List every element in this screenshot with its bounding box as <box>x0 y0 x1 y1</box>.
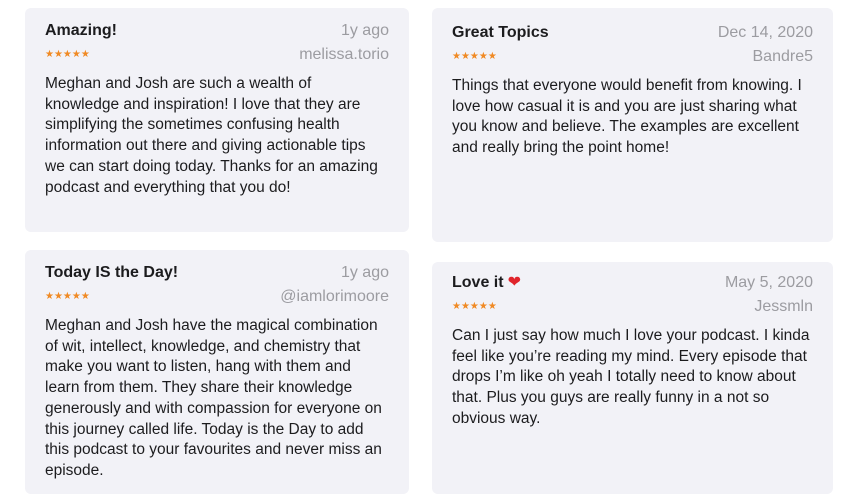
review-date: 1y ago <box>340 22 389 39</box>
review-date: Dec 14, 2020 <box>717 24 813 41</box>
review-author: melissa.torio <box>299 46 389 63</box>
review-text: Things that everyone would benefit from … <box>452 77 802 157</box>
review-text: Meghan and Josh are such a wealth of kno… <box>45 75 378 196</box>
review-title: Today IS the Day! <box>45 264 179 281</box>
review-title-text: Love it <box>452 274 504 291</box>
review-card[interactable]: Today IS the Day! 1y ago ★★★★★ @iamlorim… <box>25 250 409 494</box>
review-date: 1y ago <box>340 264 389 281</box>
review-card[interactable]: Love it ❤ May 5, 2020 ★★★★★ Jessmln Can I… <box>432 262 833 494</box>
review-text: Meghan and Josh have the magical combina… <box>45 317 382 479</box>
review-title: Amazing! <box>45 22 117 39</box>
review-author: Bandre5 <box>752 48 814 65</box>
star-rating: ★★★★★ <box>452 51 497 62</box>
review-text: Can I just say how much I love your podc… <box>452 327 810 427</box>
review-card[interactable]: Great Topics Dec 14, 2020 ★★★★★ Bandre5 … <box>432 8 833 242</box>
review-author: @iamlorimoore <box>280 288 389 305</box>
star-rating: ★★★★★ <box>45 291 90 302</box>
review-date: May 5, 2020 <box>724 274 813 291</box>
review-card[interactable]: Amazing! 1y ago ★★★★★ melissa.torio Megh… <box>25 8 409 232</box>
star-rating: ★★★★★ <box>45 49 90 60</box>
review-author: Jessmln <box>754 298 813 315</box>
star-rating: ★★★★★ <box>452 301 497 312</box>
review-title: Great Topics <box>452 24 549 41</box>
heart-icon: ❤ <box>507 274 521 291</box>
review-title: Love it ❤ <box>452 272 521 294</box>
